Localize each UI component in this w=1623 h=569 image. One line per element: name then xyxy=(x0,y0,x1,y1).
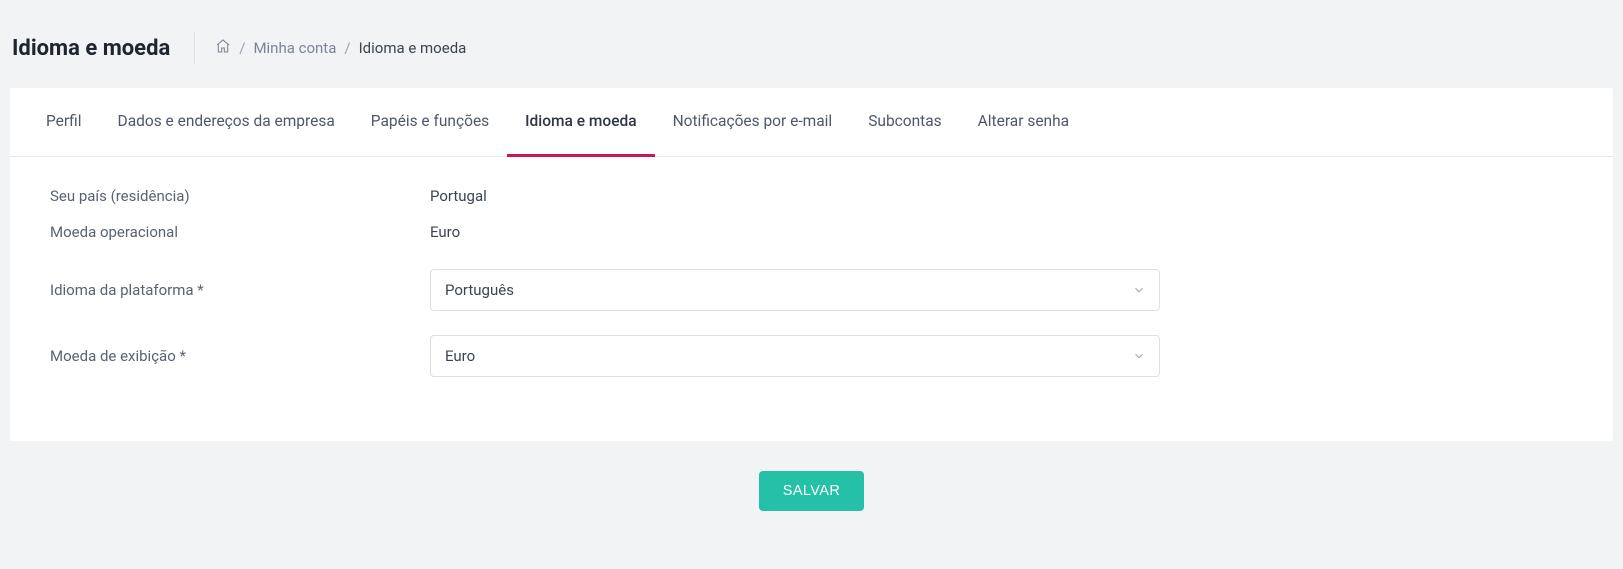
form-body: Seu país (residência) Portugal Moeda ope… xyxy=(10,157,1613,441)
tabs-card: Perfil Dados e endereços da empresa Papé… xyxy=(10,88,1613,441)
display-currency-selected-value: Euro xyxy=(445,347,475,365)
breadcrumb-current: Idioma e moeda xyxy=(359,39,467,57)
breadcrumb-home-link[interactable] xyxy=(215,38,231,58)
tab-alterar-senha[interactable]: Alterar senha xyxy=(960,88,1087,157)
display-currency-label: Moeda de exibição * xyxy=(50,347,430,365)
tab-idioma-moeda[interactable]: Idioma e moeda xyxy=(507,88,654,157)
tab-dados-empresa[interactable]: Dados e endereços da empresa xyxy=(100,88,353,157)
page-title: Idioma e moeda xyxy=(12,36,194,61)
country-label: Seu país (residência) xyxy=(50,187,430,205)
tab-papeis-funcoes[interactable]: Papéis e funções xyxy=(353,88,507,157)
tab-notificacoes-email[interactable]: Notificações por e-mail xyxy=(655,88,851,157)
save-button[interactable]: SALVAR xyxy=(759,471,864,511)
tab-subcontas[interactable]: Subcontas xyxy=(850,88,959,157)
platform-language-selected-value: Português xyxy=(445,281,514,299)
display-currency-select[interactable]: Euro xyxy=(430,335,1160,377)
footer-actions: SALVAR xyxy=(0,441,1623,551)
breadcrumb-separator: / xyxy=(239,39,245,57)
tab-perfil[interactable]: Perfil xyxy=(28,88,100,157)
home-icon xyxy=(215,38,231,54)
country-value: Portugal xyxy=(430,187,487,205)
operational-currency-label: Moeda operacional xyxy=(50,223,430,241)
platform-language-label: Idioma da plataforma * xyxy=(50,281,430,299)
tabs-container: Perfil Dados e endereços da empresa Papé… xyxy=(10,88,1613,157)
operational-currency-value: Euro xyxy=(430,223,460,241)
breadcrumb-account-link[interactable]: Minha conta xyxy=(253,39,336,57)
breadcrumb-separator: / xyxy=(344,39,350,57)
breadcrumb: / Minha conta / Idioma e moeda xyxy=(215,38,466,58)
header-divider xyxy=(194,32,195,64)
platform-language-select[interactable]: Português xyxy=(430,269,1160,311)
